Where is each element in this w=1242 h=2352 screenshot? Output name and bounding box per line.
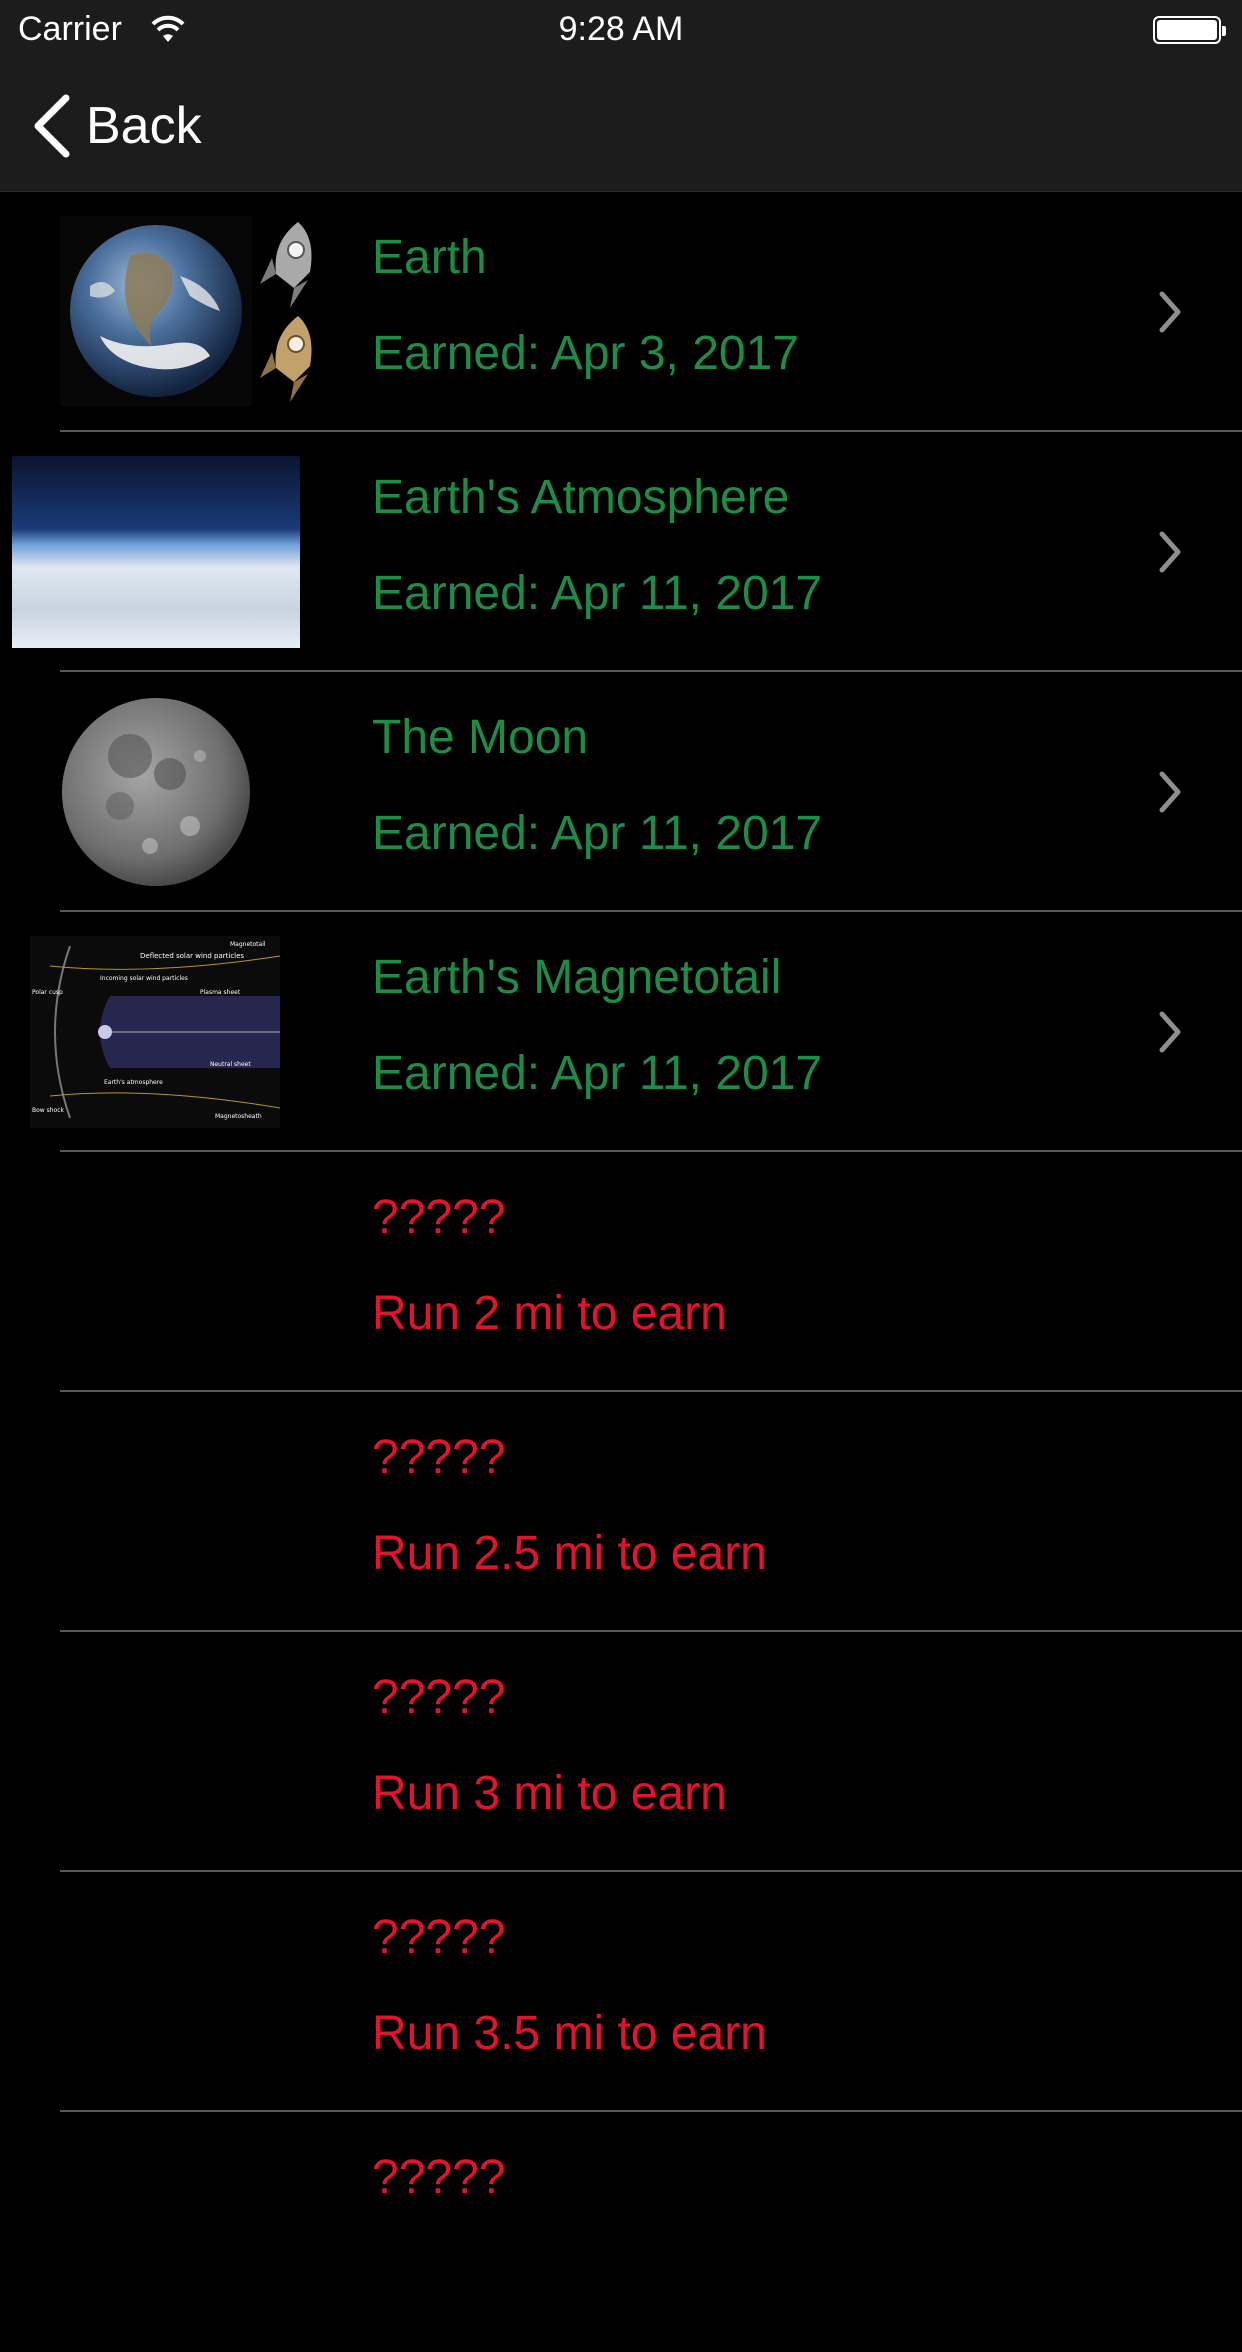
badge-title: The Moon — [372, 711, 589, 764]
diagram-label: Polar cusp — [32, 989, 63, 996]
badge-earned-date: Earned: Apr 11, 2017 — [372, 1047, 823, 1100]
badge-requirement: Run 3 mi to earn — [372, 1767, 727, 1820]
badge-title: ????? — [372, 1671, 506, 1724]
diagram-label: Magnetotail — [230, 941, 266, 948]
diagram-label: Bow shock — [32, 1107, 65, 1114]
silver-rocket-icon — [260, 222, 312, 308]
list-item[interactable]: Deflected solar wind particles Magnetota… — [0, 912, 1242, 1152]
diagram-label: Plasma sheet — [200, 989, 241, 996]
badge-title: ????? — [372, 2151, 506, 2204]
badge-title: Earth's Atmosphere — [372, 471, 790, 524]
chevron-right-icon — [1159, 1011, 1181, 1053]
badge-title: ????? — [372, 1191, 506, 1244]
badge-title: Earth — [372, 231, 487, 284]
badge-earned-date: Earned: Apr 3, 2017 — [372, 327, 799, 380]
back-button[interactable]: Back — [30, 90, 202, 162]
badge-requirement: Run 3.5 mi to earn — [372, 2007, 767, 2060]
list-item[interactable]: ????? Run 3.5 mi to earn — [0, 1872, 1242, 2112]
badge-list: Earth Earned: Apr 3, 2017 Earth's Atmosp… — [0, 192, 1242, 2352]
diagram-label: Neutral sheet — [210, 1061, 251, 1068]
navigation-bar: Back — [0, 60, 1242, 192]
badge-earned-date: Earned: Apr 11, 2017 — [372, 807, 823, 860]
clock: 9:28 AM — [558, 10, 684, 48]
chevron-right-icon — [1159, 291, 1181, 333]
earth-image — [60, 216, 252, 406]
list-item[interactable]: Earth Earned: Apr 3, 2017 — [0, 192, 1242, 432]
diagram-label: Magnetosheath — [215, 1113, 262, 1120]
moon-image — [60, 696, 252, 888]
list-item[interactable]: ????? Run 2.5 mi to earn — [0, 1392, 1242, 1632]
battery-icon — [1153, 16, 1226, 44]
list-item[interactable]: ????? Run 2 mi to earn — [0, 1152, 1242, 1392]
list-item[interactable]: The Moon Earned: Apr 11, 2017 — [0, 672, 1242, 912]
list-item[interactable]: ????? — [0, 2112, 1242, 2352]
status-bar: Carrier 9:28 AM — [0, 0, 1242, 60]
badge-requirement: Run 2.5 mi to earn — [372, 1527, 767, 1580]
magnetotail-diagram: Deflected solar wind particles Magnetota… — [30, 936, 280, 1128]
badge-title: ????? — [372, 1911, 506, 1964]
badge-title: Earth's Magnetotail — [372, 951, 782, 1004]
atmosphere-image — [12, 456, 300, 648]
diagram-label: Earth's atmosphere — [104, 1079, 163, 1086]
gold-rocket-icon — [260, 316, 312, 402]
chevron-right-icon — [1159, 531, 1181, 573]
list-item[interactable]: Earth's Atmosphere Earned: Apr 11, 2017 — [0, 432, 1242, 672]
badge-title: ????? — [372, 1431, 506, 1484]
diagram-label: Incoming solar wind particles — [100, 975, 188, 982]
diagram-label: Deflected solar wind particles — [140, 952, 244, 960]
chevron-right-icon — [1159, 771, 1181, 813]
list-item[interactable]: ????? Run 3 mi to earn — [0, 1632, 1242, 1872]
badge-earned-date: Earned: Apr 11, 2017 — [372, 567, 823, 620]
back-label: Back — [86, 97, 202, 155]
badge-requirement: Run 2 mi to earn — [372, 1287, 727, 1340]
chevron-left-icon — [34, 94, 70, 158]
